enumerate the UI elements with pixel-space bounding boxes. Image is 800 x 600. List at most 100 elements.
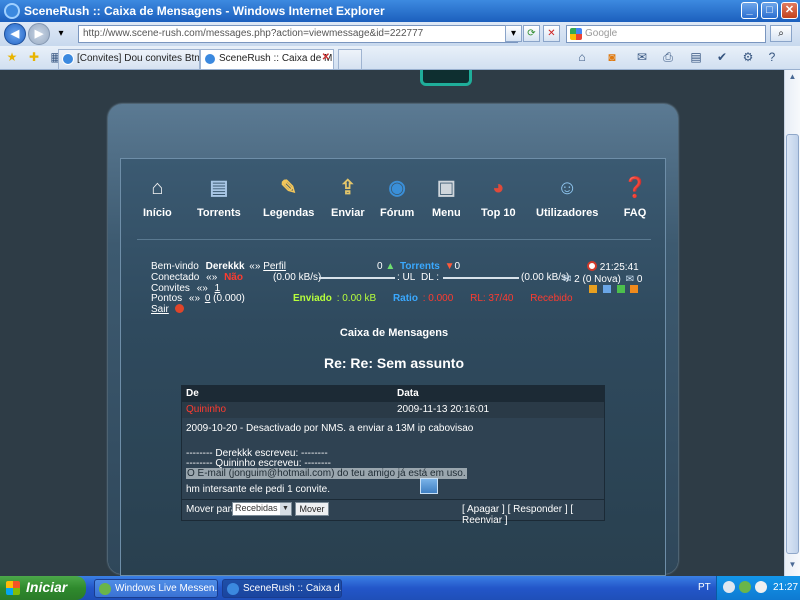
message-actions[interactable]: [ Apagar ] [ Responder ] [ Reenviar ] [462, 504, 604, 526]
nav-label: Legendas [263, 207, 315, 219]
nav-top10[interactable]: ◕ Top 10 [481, 175, 516, 219]
logout-line: Sair [151, 304, 184, 315]
points-link[interactable]: 0 [205, 293, 211, 304]
ie-logo-icon [4, 3, 20, 19]
seeding-count: 0 [377, 261, 383, 272]
ie-icon [227, 583, 239, 595]
friends-icon[interactable] [602, 285, 611, 293]
profile-link[interactable]: Perfil [263, 261, 286, 272]
scroll-down-icon[interactable]: ▼ [786, 560, 799, 574]
torrents-label[interactable]: Torrents [400, 261, 440, 272]
subtitles-icon: ✎ [280, 177, 298, 199]
tray-icon-2[interactable] [739, 581, 751, 593]
help-icon[interactable]: ? [764, 50, 780, 64]
welcome-label: Bem-vindo [151, 261, 199, 272]
safety-icon[interactable]: ✔ [714, 50, 730, 64]
stop-icon[interactable]: ✕ [543, 25, 560, 42]
nav-label: Menu [432, 207, 461, 219]
torrents-icon: ▤ [209, 177, 229, 199]
window-title: SceneRush :: Caixa de Mensagens - Window… [24, 4, 385, 18]
start-label: Iniciar [26, 579, 68, 595]
google-icon [570, 28, 582, 40]
sent-value: : 0.00 kB [336, 293, 377, 304]
leeching-count: 0 [454, 261, 461, 272]
address-toolbar: ◀ ▶ ▾ http://www.scene-rush.com/messages… [0, 22, 800, 46]
feed-icon[interactable] [630, 285, 639, 293]
page-scrollbar[interactable]: ▲ ▼ [784, 70, 800, 576]
print-icon[interactable]: ⎙ [660, 50, 676, 64]
feeds-icon[interactable]: ◙ [604, 50, 620, 64]
nav-enviar[interactable]: ⇪ Enviar [331, 175, 365, 219]
username: Derekkk [205, 261, 245, 272]
sender-link[interactable]: Quininho [186, 404, 226, 415]
new-tab-button[interactable] [338, 49, 362, 69]
search-placeholder: Google [585, 28, 618, 39]
address-dropdown-icon[interactable]: ▾ [505, 25, 522, 42]
nav-forum[interactable]: ◉ Fórum [380, 175, 414, 219]
transfer-stats: Enviado : 0.00 kB Ratio : 0.000 RL: 37/4… [293, 293, 573, 304]
rss-icon[interactable] [589, 285, 597, 293]
globe-icon: ◉ [388, 177, 406, 199]
tray-icon-1[interactable] [723, 581, 735, 593]
move-button[interactable]: Mover [295, 502, 329, 516]
search-input[interactable]: Google [566, 25, 766, 43]
page-menu-icon[interactable]: ▤ [688, 50, 704, 64]
mail-icon[interactable]: ✉ [634, 50, 650, 64]
forward-button[interactable]: ▶ [28, 23, 50, 45]
tools-gear-icon[interactable]: ⚙ [740, 50, 756, 64]
col-date: Data [397, 388, 419, 399]
nav-inicio[interactable]: ⌂ Início [143, 175, 172, 219]
tab-convites[interactable]: [Convites] Dou convites Btne... [58, 49, 200, 69]
mailbox-title: Caixa de Mensagens [339, 327, 449, 339]
home-toolbar-icon[interactable]: ⌂ [574, 50, 590, 64]
points-label: Pontos [151, 293, 183, 304]
upload-label: : UL [397, 272, 416, 283]
nav-torrents[interactable]: ▤ Torrents [197, 175, 241, 219]
nav-faq[interactable]: ❓ FAQ [621, 175, 649, 219]
address-input[interactable]: http://www.scene-rush.com/messages.php?a… [78, 25, 518, 43]
tray-icon-3[interactable] [755, 581, 767, 593]
upload-rate: (0.00 kB/s) [273, 272, 322, 283]
maximize-button[interactable]: □ [761, 2, 778, 19]
search-button-icon[interactable]: ⌕ [770, 25, 792, 42]
separator: «» [206, 272, 218, 283]
close-button[interactable]: ✕ [781, 2, 798, 19]
clock-line: 21:25:41 [587, 261, 639, 273]
faq-icon: ❓ [622, 177, 648, 199]
minimize-button[interactable]: _ [741, 2, 758, 19]
favorites-star-icon[interactable]: ★ [4, 50, 20, 64]
nav-label: Top 10 [481, 207, 516, 219]
back-button[interactable]: ◀ [4, 23, 26, 45]
message-date: 2009-11-13 20:16:01 [397, 404, 490, 415]
image-icon [420, 478, 438, 494]
add-favorites-icon[interactable]: ✚ [26, 50, 42, 64]
nav-utilizadores[interactable]: ☺ Utilizadores [536, 175, 598, 219]
tab-scenerush[interactable]: SceneRush :: Caixa de M... ✕ [200, 49, 334, 69]
window-title-bar[interactable]: SceneRush :: Caixa de Mensagens - Window… [0, 0, 800, 22]
logout-icon[interactable] [174, 304, 184, 313]
nav-menu[interactable]: ▣ Menu [432, 175, 461, 219]
nav-label: FAQ [623, 207, 647, 219]
close-tab-icon[interactable]: ✕ [322, 52, 330, 63]
scroll-up-icon[interactable]: ▲ [786, 72, 799, 86]
nav-legendas[interactable]: ✎ Legendas [263, 175, 314, 219]
download-label: DL : [421, 272, 439, 283]
sent-box-icon[interactable]: ✉ [626, 274, 634, 285]
scroll-thumb[interactable] [786, 134, 799, 554]
language-indicator[interactable]: PT [698, 582, 711, 593]
nav-label: Fórum [380, 207, 415, 219]
taskbar-item-messenger[interactable]: Windows Live Messen... [94, 579, 218, 598]
move-folder-select[interactable]: Recebidas ▼ [232, 502, 292, 516]
inbox-icon[interactable]: ✉ [563, 274, 571, 285]
start-button[interactable]: Iniciar [0, 576, 86, 600]
messages-count[interactable]: 2 (0 Nova) [574, 274, 621, 285]
taskbar-item-ie[interactable]: SceneRush :: Caixa d... [222, 579, 342, 598]
history-dropdown-icon[interactable]: ▾ [54, 26, 68, 43]
separator: «» [188, 293, 201, 304]
logout-link[interactable]: Sair [151, 304, 169, 315]
windows-flag-icon [6, 581, 20, 595]
content-panel: ⌂ Início ▤ Torrents ✎ Legendas ⇪ Enviar … [120, 158, 666, 576]
connected-status: Não [224, 272, 243, 283]
bookmarks-icon[interactable] [616, 285, 625, 293]
refresh-icon[interactable]: ⟳ [523, 25, 540, 42]
